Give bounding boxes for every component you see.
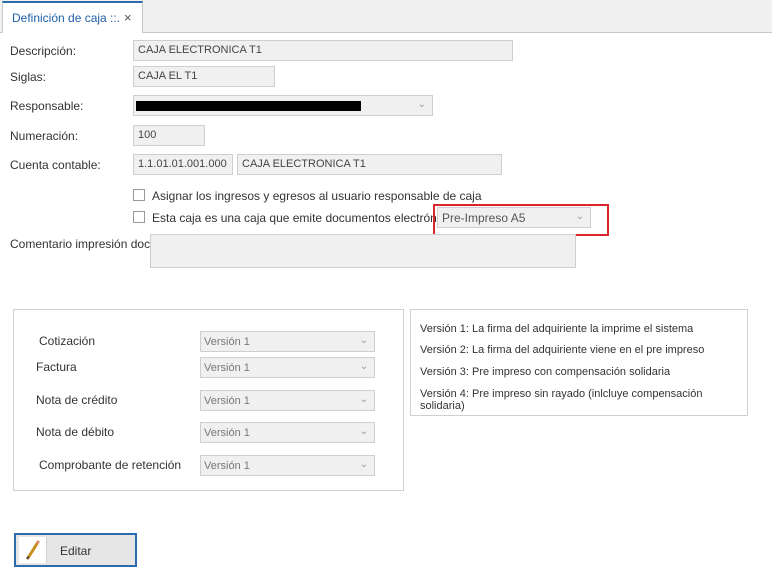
edit-button[interactable]: Editar — [14, 533, 137, 567]
version-select-factura[interactable]: Versión 1 ⌄ — [200, 357, 375, 378]
version-value: Versión 1 — [204, 395, 250, 407]
electronica-checkbox[interactable] — [133, 211, 145, 223]
asignar-checkbox-label: Asignar los ingresos y egresos al usuari… — [152, 189, 482, 203]
versiones-group: Cotización Versión 1 ⌄ Factura Versión 1… — [13, 309, 404, 491]
numeracion-field[interactable]: 100 — [133, 125, 205, 146]
pencil-icon — [19, 537, 47, 563]
chevron-down-icon: ⌄ — [359, 361, 368, 372]
asignar-checkbox[interactable] — [133, 189, 145, 201]
info-line: Versión 3: Pre impreso con compensación … — [420, 366, 671, 378]
version-value: Versión 1 — [204, 427, 250, 439]
descripcion-field[interactable]: CAJA ELECTRONICA T1 — [133, 40, 513, 61]
chevron-down-icon: ⌄ — [359, 394, 368, 405]
version-value: Versión 1 — [204, 460, 250, 472]
version-row-label: Cotización — [39, 334, 96, 348]
version-select-nota-credito[interactable]: Versión 1 ⌄ — [200, 390, 375, 411]
siglas-label: Siglas: — [10, 70, 47, 84]
chevron-down-icon: ⌄ — [417, 99, 426, 110]
chevron-down-icon: ⌄ — [359, 335, 368, 346]
info-line: Versión 1: La firma del adquiriente la i… — [420, 323, 694, 335]
version-row-label: Nota de crédito — [36, 393, 118, 407]
comentario-textarea[interactable] — [150, 234, 576, 268]
version-select-nota-debito[interactable]: Versión 1 ⌄ — [200, 422, 375, 443]
close-icon[interactable]: × — [124, 10, 132, 25]
info-line: Versión 2: La firma del adquiriente vien… — [420, 344, 705, 356]
cuenta-name-field: CAJA ELECTRONICA T1 — [237, 154, 502, 175]
tab-definicion-caja[interactable]: Definición de caja ::. × — [2, 1, 143, 33]
electronica-checkbox-label: Esta caja es una caja que emite document… — [152, 211, 459, 225]
tab-bar: Definición de caja ::. × — [0, 0, 772, 33]
cuenta-label: Cuenta contable: — [10, 158, 101, 172]
responsable-label: Responsable: — [10, 99, 84, 113]
comentario-label: Comentario impresión docs: — [10, 237, 160, 251]
version-row-label: Comprobante de retención — [39, 458, 182, 472]
tab-title: Definición de caja ::. — [12, 11, 121, 25]
version-value: Versión 1 — [204, 362, 250, 374]
chevron-down-icon: ⌄ — [359, 426, 368, 437]
responsable-select[interactable]: ⌄ — [133, 95, 433, 116]
form-panel: Descripción: CAJA ELECTRONICA T1 Siglas:… — [0, 33, 772, 573]
highlight-box — [433, 204, 609, 236]
version-select-cotizacion[interactable]: Versión 1 ⌄ — [200, 331, 375, 352]
chevron-down-icon: ⌄ — [359, 459, 368, 470]
siglas-field[interactable]: CAJA EL T1 — [133, 66, 275, 87]
descripcion-label: Descripción: — [10, 44, 77, 58]
cuenta-code-field[interactable]: 1.1.01.01.001.000 — [133, 154, 233, 175]
redacted-value — [136, 101, 361, 111]
version-row-label: Factura — [36, 360, 77, 374]
numeracion-label: Numeración: — [10, 129, 79, 143]
version-row-label: Nota de débito — [36, 425, 115, 439]
version-select-retencion[interactable]: Versión 1 ⌄ — [200, 455, 375, 476]
version-value: Versión 1 — [204, 336, 250, 348]
edit-button-label: Editar — [60, 544, 92, 558]
version-info-box: Versión 1: La firma del adquiriente la i… — [410, 309, 748, 416]
info-line: Versión 4: Pre impreso sin rayado (inlcl… — [420, 388, 703, 412]
